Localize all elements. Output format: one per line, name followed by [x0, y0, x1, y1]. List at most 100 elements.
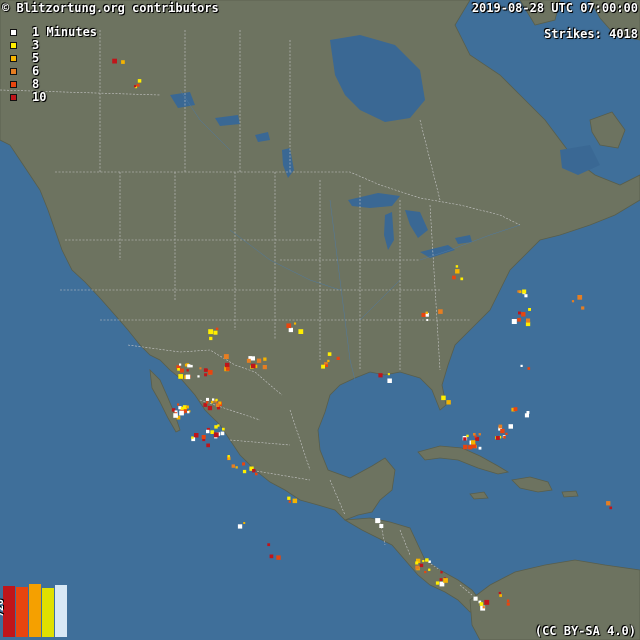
strike-marker [496, 436, 500, 440]
strike-marker [134, 85, 137, 88]
legend-swatch [10, 94, 17, 101]
strike-marker [186, 369, 189, 372]
strike-marker [425, 558, 429, 562]
strike-marker [528, 308, 531, 311]
histogram-bar [42, 588, 54, 637]
north-america-map [0, 0, 640, 640]
strike-marker [387, 378, 392, 383]
strike-marker [180, 406, 184, 410]
strike-marker [478, 446, 482, 450]
strike-marker [246, 358, 251, 363]
strike-marker [521, 312, 526, 317]
timestamp: 2019-08-28 UTC 07:00:00 [471, 1, 638, 15]
strike-marker [468, 445, 473, 450]
strike-marker [511, 319, 517, 324]
strike-marker [473, 433, 476, 436]
strike-marker [194, 433, 199, 438]
strike-marker [256, 358, 262, 363]
strike-marker [242, 462, 246, 466]
strike-marker [479, 602, 484, 606]
strike-marker [443, 578, 448, 583]
strike-marker [524, 413, 529, 418]
copyright-credit: © Blitzortung.org contributors [2, 1, 219, 15]
strike-marker [517, 317, 521, 322]
strike-marker [190, 364, 193, 368]
strike-marker [463, 444, 468, 450]
strike-marker [205, 368, 208, 372]
strike-marker [179, 363, 182, 366]
strike-marker [526, 318, 531, 323]
strike-marker [208, 329, 214, 335]
strike-marker [513, 407, 518, 412]
strike-marker [215, 327, 219, 331]
strike-marker [227, 455, 230, 458]
strike-marker [287, 496, 291, 500]
strike-marker [455, 269, 460, 274]
strike-marker [325, 364, 328, 367]
strike-marker [207, 405, 213, 411]
strike-marker [577, 295, 583, 300]
strike-marker [211, 400, 214, 404]
legend-label: 1 Minutes [32, 25, 98, 39]
strike-marker [209, 336, 213, 341]
strike-marker [415, 561, 419, 565]
strike-marker [460, 277, 464, 281]
legend-label: 3 [32, 38, 40, 52]
strike-marker [242, 469, 247, 474]
legend-swatch [10, 42, 17, 49]
strike-marker [419, 563, 424, 568]
strike-marker [292, 498, 298, 504]
strike-marker [520, 364, 523, 367]
strike-marker [327, 352, 332, 356]
strike-marker [215, 403, 220, 407]
strike-marker [252, 469, 256, 473]
strike-marker [173, 413, 178, 418]
strike-marker [506, 599, 510, 602]
strike-marker [473, 596, 478, 601]
strike-marker [327, 359, 330, 363]
strike-marker [212, 398, 215, 401]
strike-marker [243, 522, 246, 524]
strike-marker [484, 599, 490, 605]
histogram-label: 720 [0, 598, 6, 617]
strike-marker [508, 424, 513, 429]
strike-marker [428, 560, 431, 563]
strike-marker [206, 397, 209, 401]
strike-marker [581, 306, 585, 310]
strike-marker [288, 500, 291, 503]
strike-marker [375, 518, 381, 524]
strike-marker [121, 60, 125, 64]
strike-marker [262, 365, 267, 370]
strike-marker [178, 374, 183, 379]
strike-marker [482, 606, 485, 609]
strike-marker [204, 373, 208, 377]
strike-marker [215, 398, 218, 402]
strike-marker [336, 356, 340, 360]
strike-marker [440, 571, 443, 574]
strike-marker [235, 466, 238, 469]
strike-marker [387, 373, 390, 376]
strike-marker [220, 431, 225, 436]
strike-marker [527, 367, 531, 370]
strike-count-label: Strikes: [544, 27, 602, 41]
strike-marker [179, 410, 184, 416]
strike-marker [425, 311, 428, 314]
strike-marker [517, 290, 520, 293]
strike-count-value: 4018 [609, 27, 638, 41]
strike-marker [378, 373, 383, 378]
strike-marker [269, 554, 274, 559]
legend-swatch [10, 68, 17, 75]
strike-marker [463, 437, 467, 441]
strike-marker [187, 364, 191, 368]
strike-marker [471, 440, 476, 445]
strike-marker [466, 434, 469, 438]
strike-marker [428, 568, 431, 571]
histogram-bar [29, 584, 41, 637]
legend-label: 5 [32, 51, 40, 65]
strike-marker [498, 591, 501, 595]
legend-swatch [10, 29, 17, 36]
legend-label: 8 [32, 77, 40, 91]
strike-marker [179, 368, 184, 373]
strike-marker [438, 309, 443, 314]
map-viewport: © Blitzortung.org contributors 2019-08-2… [0, 0, 640, 640]
